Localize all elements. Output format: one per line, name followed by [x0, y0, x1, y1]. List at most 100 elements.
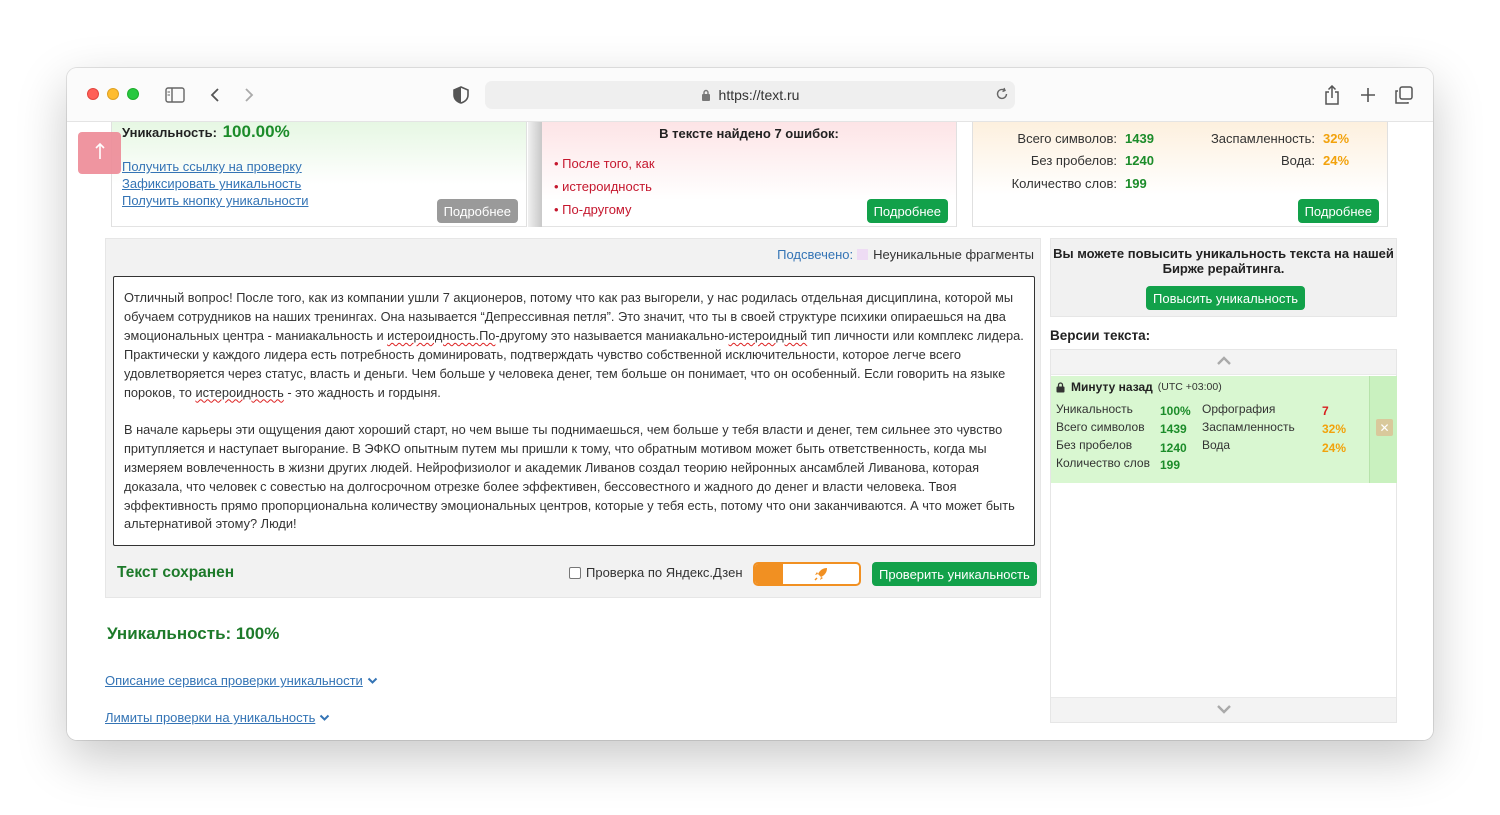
rocket-icon — [813, 566, 829, 584]
v-water-label: Вода — [1202, 438, 1231, 452]
speed-toggle[interactable] — [753, 562, 861, 586]
uniqueness-label: Уникальность: — [122, 125, 217, 140]
chevron-up-icon — [1216, 353, 1232, 371]
delete-version-icon[interactable]: ✕ — [1376, 419, 1393, 436]
spam-label: Заспамленность: — [1210, 131, 1315, 146]
zoom-window-button[interactable] — [127, 88, 139, 100]
promo-text: Вы можете повысить уникальность текста н… — [1053, 246, 1394, 276]
errors-box: В тексте найдено 7 ошибок: После того, к… — [528, 122, 957, 227]
version-time: Минуту назад — [1071, 380, 1153, 394]
v-spelling-value: 7 — [1322, 404, 1329, 418]
total-chars-label: Всего символов: — [1017, 131, 1117, 146]
errors-list: После того, как истероидность По-другому — [554, 152, 655, 221]
minimize-window-button[interactable] — [107, 88, 119, 100]
increase-uniqueness-button[interactable]: Повысить уникальность — [1146, 286, 1306, 310]
save-status: Текст сохранен — [117, 564, 235, 581]
reload-icon[interactable] — [995, 87, 1009, 104]
text-editor[interactable]: Отличный вопрос! После того, как из комп… — [113, 276, 1035, 546]
errors-title: В тексте найдено 7 ошибок: — [659, 126, 839, 141]
close-window-button[interactable] — [87, 88, 99, 100]
text-fragment: -другому это называется маниакально- — [495, 327, 729, 343]
stats-more-button[interactable]: Подробнее — [1297, 199, 1379, 223]
v-spelling-label: Орфография — [1202, 402, 1276, 416]
new-tab-icon[interactable] — [1355, 82, 1381, 108]
versions-scroll-up[interactable] — [1051, 350, 1396, 375]
page-content: Уникальность: 100.00% Получить ссылку на… — [67, 122, 1433, 740]
text-fragment: - это жадность и гордыня. — [283, 384, 441, 400]
get-check-link[interactable]: Получить ссылку на проверку — [122, 158, 308, 175]
v-uniq-label: Уникальность — [1056, 402, 1133, 416]
no-spaces-label: Без пробелов: — [1030, 153, 1117, 168]
limits-toggle[interactable]: Лимиты проверки на уникальность — [105, 710, 330, 725]
address-bar[interactable]: https://text.ru — [485, 81, 1015, 109]
version-item[interactable]: Минуту назад (UTC +03:00) Уникальность 1… — [1051, 376, 1369, 483]
v-chars-label: Всего символов — [1056, 420, 1145, 434]
url-text: https://text.ru — [718, 87, 800, 103]
service-description-toggle[interactable]: Описание сервиса проверки уникальности — [105, 673, 378, 688]
uniqueness-more-button[interactable]: Подробнее — [436, 199, 518, 223]
rewrite-promo: Вы можете повысить уникальность текста н… — [1050, 238, 1397, 317]
v-uniq-value: 100% — [1160, 404, 1191, 418]
total-chars-value: 1439 — [1125, 131, 1154, 146]
v-words-value: 199 — [1160, 458, 1181, 472]
v-chars-value: 1439 — [1160, 422, 1187, 436]
v-nospace-value: 1240 — [1160, 441, 1187, 455]
yandex-dzen-option[interactable]: Проверка по Яндекс.Дзен — [569, 565, 743, 580]
sidebar-toggle-icon[interactable] — [162, 82, 188, 108]
uniqueness-value: 100.00% — [222, 122, 290, 141]
scroll-to-top-button[interactable] — [78, 132, 121, 174]
version-timezone: (UTC +03:00) — [1157, 381, 1222, 393]
paragraph: Отличный вопрос! После того, как из комп… — [124, 289, 1024, 402]
stats-box: Всего символов: 1439 Без пробелов: 1240 … — [972, 122, 1388, 227]
tab-overview-icon[interactable] — [1391, 82, 1417, 108]
browser-window: https://text.ru Уникальность: 100.00% По… — [67, 68, 1433, 740]
toggle-fill — [755, 564, 783, 584]
error-item[interactable]: истероидность — [554, 175, 655, 198]
share-icon[interactable] — [1319, 82, 1345, 108]
versions-scroll-down[interactable] — [1051, 697, 1396, 722]
versions-title: Версии текста: — [1050, 328, 1151, 343]
spelling-error[interactable]: истероидность — [195, 385, 283, 400]
v-spam-value: 32% — [1322, 422, 1347, 436]
non-unique-swatch — [857, 249, 869, 260]
no-spaces-value: 1240 — [1125, 153, 1154, 168]
version-header: Минуту назад (UTC +03:00) — [1056, 380, 1222, 394]
spam-value: 32% — [1323, 131, 1350, 146]
v-nospace-label: Без пробелов — [1056, 438, 1133, 452]
paragraph: В начале карьеры эти ощущения дают хорош… — [124, 421, 1015, 532]
error-item[interactable]: По-другому — [554, 198, 655, 221]
editor-panel: Подсвечено: Неуникальные фрагменты Отлич… — [105, 238, 1041, 598]
back-icon[interactable] — [202, 82, 228, 108]
fix-uniqueness-link[interactable]: Зафиксировать уникальность — [122, 175, 308, 192]
yandex-dzen-checkbox[interactable] — [569, 566, 581, 579]
get-uniqueness-button-link[interactable]: Получить кнопку уникальности — [122, 192, 308, 209]
privacy-shield-icon[interactable] — [448, 82, 474, 108]
arrow-up-icon — [94, 140, 106, 166]
lock-icon — [701, 89, 711, 101]
v-words-label: Количество слов — [1056, 456, 1150, 470]
chevron-down-icon — [1216, 701, 1232, 719]
yandex-dzen-label: Проверка по Яндекс.Дзен — [586, 565, 743, 580]
uniqueness-links: Получить ссылку на проверку Зафиксироват… — [122, 158, 308, 209]
spelling-error[interactable]: истероидность.По — [387, 328, 495, 343]
errors-more-button[interactable]: Подробнее — [866, 199, 948, 223]
error-item[interactable]: После того, как — [554, 152, 654, 175]
lock-icon — [1056, 381, 1065, 393]
spelling-error[interactable]: истероидный — [729, 328, 808, 343]
chevron-down-icon — [367, 677, 378, 685]
version-actions: ✕ — [1369, 376, 1397, 483]
check-uniqueness-button[interactable]: Проверить уникальность — [872, 562, 1037, 586]
forward-icon[interactable] — [236, 82, 262, 108]
chevron-down-icon — [319, 714, 330, 722]
words-value: 199 — [1125, 176, 1147, 191]
highlight-legend-text: Неуникальные фрагменты — [873, 247, 1034, 262]
v-spam-label: Заспамленность — [1202, 420, 1295, 434]
uniqueness-box: Уникальность: 100.00% Получить ссылку на… — [111, 122, 527, 227]
browser-toolbar: https://text.ru — [67, 68, 1433, 122]
service-description-link[interactable]: Описание сервиса проверки уникальности — [105, 673, 363, 688]
highlight-label: Подсвечено: — [777, 247, 854, 262]
limits-link[interactable]: Лимиты проверки на уникальность — [105, 710, 315, 725]
highlight-legend: Подсвечено: Неуникальные фрагменты — [777, 247, 1034, 262]
versions-panel: Минуту назад (UTC +03:00) Уникальность 1… — [1050, 349, 1397, 723]
uniqueness-result: Уникальность: 100% — [107, 624, 280, 643]
